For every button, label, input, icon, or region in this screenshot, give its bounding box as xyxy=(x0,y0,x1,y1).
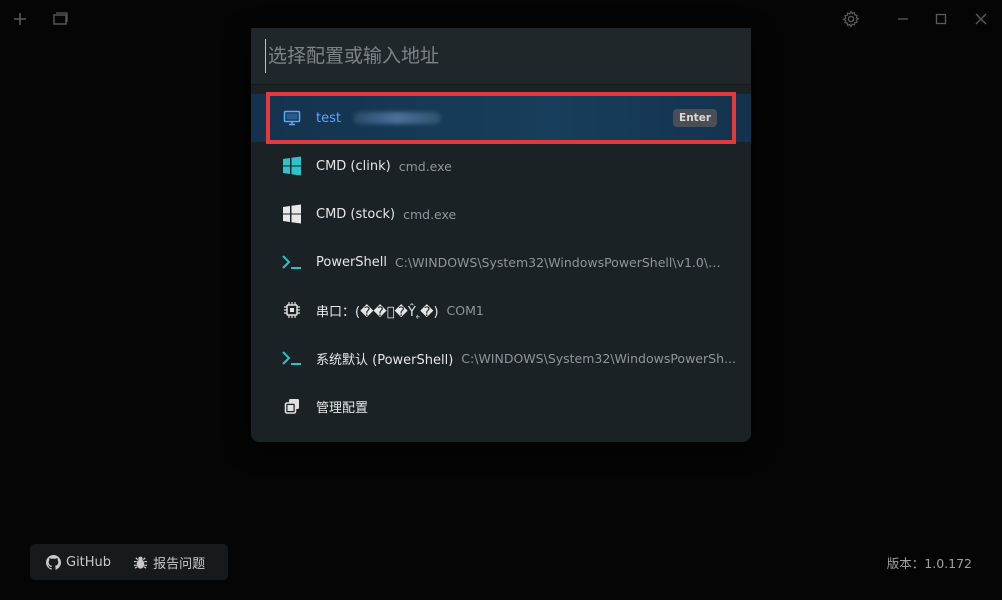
profile-item-cmd-clink[interactable]: CMD (clink) cmd.exe xyxy=(251,142,751,190)
window-icon xyxy=(53,12,68,25)
profile-selector-palette: test Enter CMD (clink) cmd.exe CMD (stoc… xyxy=(251,28,751,442)
profile-detail: COM1 xyxy=(446,302,484,318)
copy-icon xyxy=(281,395,303,417)
search-bar xyxy=(251,28,751,85)
profile-item-serial[interactable]: 串口：(��ͨ�Ŷ˿�) COM1 xyxy=(251,286,751,334)
report-issue-label: 报告问题 xyxy=(153,556,206,572)
redacted-detail xyxy=(352,112,441,124)
app-window: test Enter CMD (clink) cmd.exe CMD (stoc… xyxy=(0,0,1002,600)
minimize-icon xyxy=(898,18,908,20)
version-label: 版本：1.0.172 xyxy=(886,556,972,571)
monitor-icon xyxy=(281,107,303,129)
profile-name: test xyxy=(316,110,341,126)
profile-item-system-default[interactable]: 系统默认 (PowerShell) C:\WINDOWS\System32\Wi… xyxy=(251,334,751,382)
close-button[interactable] xyxy=(967,6,995,32)
profile-detail: cmd.exe xyxy=(403,206,457,222)
footer-links: GitHub 报告问题 xyxy=(30,544,228,580)
profile-name: PowerShell xyxy=(316,254,388,270)
minimize-button[interactable] xyxy=(889,6,917,32)
report-issue-button[interactable]: 报告问题 xyxy=(133,553,205,572)
profiles-button[interactable] xyxy=(46,6,74,32)
manage-profiles-item[interactable]: 管理配置 xyxy=(251,382,751,430)
profile-detail: cmd.exe xyxy=(398,158,452,174)
profile-detail: C:\WINDOWS\System32\WindowsPowerSh... xyxy=(461,350,736,366)
windows-icon xyxy=(281,203,303,225)
gear-icon xyxy=(842,10,860,28)
profile-name: 管理配置 xyxy=(316,400,369,416)
new-tab-button[interactable] xyxy=(6,6,34,32)
close-icon xyxy=(975,13,987,25)
profile-item-cmd-stock[interactable]: CMD (stock) cmd.exe xyxy=(251,190,751,238)
github-label: GitHub xyxy=(66,554,112,570)
search-input[interactable] xyxy=(265,39,725,73)
profile-list: test Enter CMD (clink) cmd.exe CMD (stoc… xyxy=(251,94,751,430)
github-icon xyxy=(46,554,61,570)
maximize-button[interactable] xyxy=(927,6,955,32)
profile-item-test[interactable]: test Enter xyxy=(251,94,751,142)
profile-name: CMD (clink) xyxy=(316,158,391,174)
windows-icon xyxy=(281,155,303,177)
profile-detail: C:\WINDOWS\System32\WindowsPowerShell\v1… xyxy=(395,254,726,270)
terminal-prompt-icon xyxy=(281,347,303,369)
settings-button[interactable] xyxy=(837,6,865,32)
github-button[interactable]: GitHub xyxy=(46,554,112,570)
profile-name: CMD (stock) xyxy=(316,206,396,222)
plus-icon xyxy=(14,13,26,25)
chip-icon xyxy=(281,299,303,321)
terminal-prompt-icon xyxy=(281,251,303,273)
maximize-icon xyxy=(935,13,947,25)
profile-item-powershell[interactable]: PowerShell C:\WINDOWS\System32\WindowsPo… xyxy=(251,238,751,286)
profile-name: 串口：(��ͨ�Ŷ˿�) xyxy=(316,304,439,320)
profile-name: 系统默认 (PowerShell) xyxy=(316,352,454,368)
enter-shortcut-badge: Enter xyxy=(673,109,717,127)
bug-icon xyxy=(134,556,148,569)
